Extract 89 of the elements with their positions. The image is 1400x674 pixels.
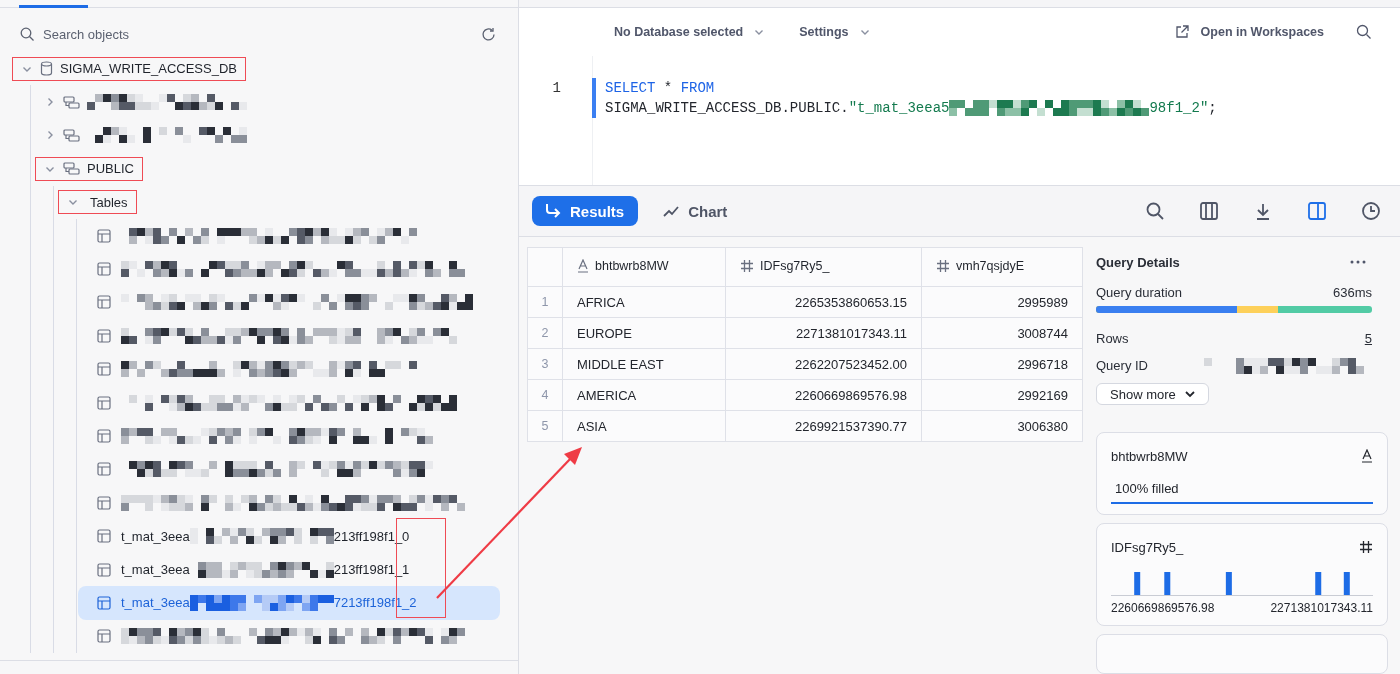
code-text: * xyxy=(662,79,674,98)
table-icon xyxy=(97,562,111,577)
detail-label: Rows xyxy=(1096,330,1129,346)
schema-icon xyxy=(63,128,80,142)
results-tab[interactable]: Chart xyxy=(650,196,742,226)
external-link-icon[interactable] xyxy=(1174,25,1189,39)
filled-label: 100% filled xyxy=(1114,480,1180,498)
row-number: 5 xyxy=(527,410,563,442)
columns-icon xyxy=(1199,201,1219,221)
table-cell: 2995989 xyxy=(921,286,1083,318)
table-name: t_mat_3eea xyxy=(121,562,190,578)
schema-icon xyxy=(63,162,80,176)
tab-indicator xyxy=(19,5,88,8)
detail-value: 636ms xyxy=(1332,285,1372,301)
database-icon xyxy=(40,61,53,77)
rows-link[interactable]: 5 xyxy=(1364,330,1372,346)
database-select[interactable]: No Database selected xyxy=(614,25,744,39)
table-icon xyxy=(97,295,111,310)
clock-icon xyxy=(1361,201,1381,221)
table-cell: 3008744 xyxy=(921,317,1083,349)
table-cell: 3006380 xyxy=(921,410,1083,442)
number-type-icon xyxy=(936,258,950,273)
tree-label[interactable]: SIGMA_WRITE_ACCESS_DB xyxy=(60,61,237,77)
row-number: 4 xyxy=(527,379,563,411)
min-value: 2260669869576.98 xyxy=(1111,601,1215,615)
tree-label[interactable]: Tables xyxy=(90,194,128,210)
show-more-button[interactable]: Show more xyxy=(1096,383,1209,405)
column-header[interactable]: IDFsg7Ry5_ xyxy=(725,247,922,287)
panel-title: Query Details xyxy=(1096,254,1180,270)
table-cell: EUROPE xyxy=(562,317,726,349)
table-icon xyxy=(97,629,111,644)
table-cell: 2260669869576.98 xyxy=(725,379,922,411)
text-type-icon xyxy=(577,258,589,273)
code-text: 98f1_2" xyxy=(1149,99,1209,118)
column-header[interactable]: vmh7qsjdyE xyxy=(921,247,1083,287)
table-name: t_mat_3eea xyxy=(121,595,190,611)
text-type-icon xyxy=(1361,449,1373,463)
schema-icon xyxy=(63,95,80,109)
table-cell: AMERICA xyxy=(562,379,726,411)
max-value: 2271381017343.11 xyxy=(1270,601,1373,615)
table-icon xyxy=(97,362,111,377)
detail-label: Query duration xyxy=(1096,285,1182,301)
row-number: 1 xyxy=(527,286,563,318)
search-icon[interactable] xyxy=(1356,24,1372,40)
table-icon xyxy=(97,228,111,243)
search-icon xyxy=(1145,201,1165,221)
table-cell: 2265353860653.15 xyxy=(725,286,922,318)
profile-name: bhtbwrb8MW xyxy=(1111,448,1188,464)
code-text: SELECT xyxy=(605,79,656,98)
open-in-workspaces-link[interactable]: Open in Workspaces xyxy=(1200,25,1324,39)
tree-label[interactable]: PUBLIC xyxy=(87,161,134,177)
table-icon xyxy=(97,595,111,610)
table-cell: 2271381017343.11 xyxy=(725,317,922,349)
column-header[interactable]: bhtbwrb8MW xyxy=(562,247,726,287)
code-text: SIGMA_WRITE_ACCESS_DB.PUBLIC. xyxy=(605,99,849,118)
chevron-down-icon xyxy=(1183,388,1196,400)
table-icon xyxy=(97,429,111,443)
row-number: 2 xyxy=(527,317,563,349)
table-icon xyxy=(97,529,111,544)
search-field[interactable]: Search objects xyxy=(41,25,475,43)
table-cell: 2996718 xyxy=(921,348,1083,380)
row-number: 3 xyxy=(527,348,563,380)
refresh-icon[interactable] xyxy=(481,26,496,42)
table-cell: ASIA xyxy=(562,410,726,442)
return-arrow-icon xyxy=(544,202,562,220)
table-cell: MIDDLE EAST xyxy=(562,348,726,380)
number-type-icon xyxy=(740,258,754,273)
detail-label: Query ID xyxy=(1096,358,1148,374)
code-text: "t_mat_3eea5 xyxy=(848,99,950,118)
side-panel-icon xyxy=(1307,201,1327,221)
table-icon xyxy=(97,462,111,477)
profile-name: IDFsg7Ry5_ xyxy=(1111,539,1184,555)
table-cell: 2992169 xyxy=(921,379,1083,411)
search-icon xyxy=(20,26,35,42)
code-text: ; xyxy=(1208,99,1217,118)
results-tab[interactable]: Results xyxy=(532,196,639,226)
table-icon xyxy=(97,495,111,510)
number-type-icon xyxy=(1359,540,1373,554)
table-cell: 2262207523452.00 xyxy=(725,348,922,380)
line-number: 1 xyxy=(552,80,561,96)
table-cell: 2269921537390.77 xyxy=(725,410,922,442)
code-text: FROM xyxy=(680,79,715,98)
table-icon xyxy=(97,262,111,277)
table-cell: AFRICA xyxy=(562,286,726,318)
table-icon xyxy=(97,395,111,410)
settings-menu[interactable]: Settings xyxy=(799,25,849,39)
table-icon xyxy=(97,328,111,343)
table-name: t_mat_3eea xyxy=(121,528,190,544)
more-icon[interactable] xyxy=(1350,260,1366,265)
